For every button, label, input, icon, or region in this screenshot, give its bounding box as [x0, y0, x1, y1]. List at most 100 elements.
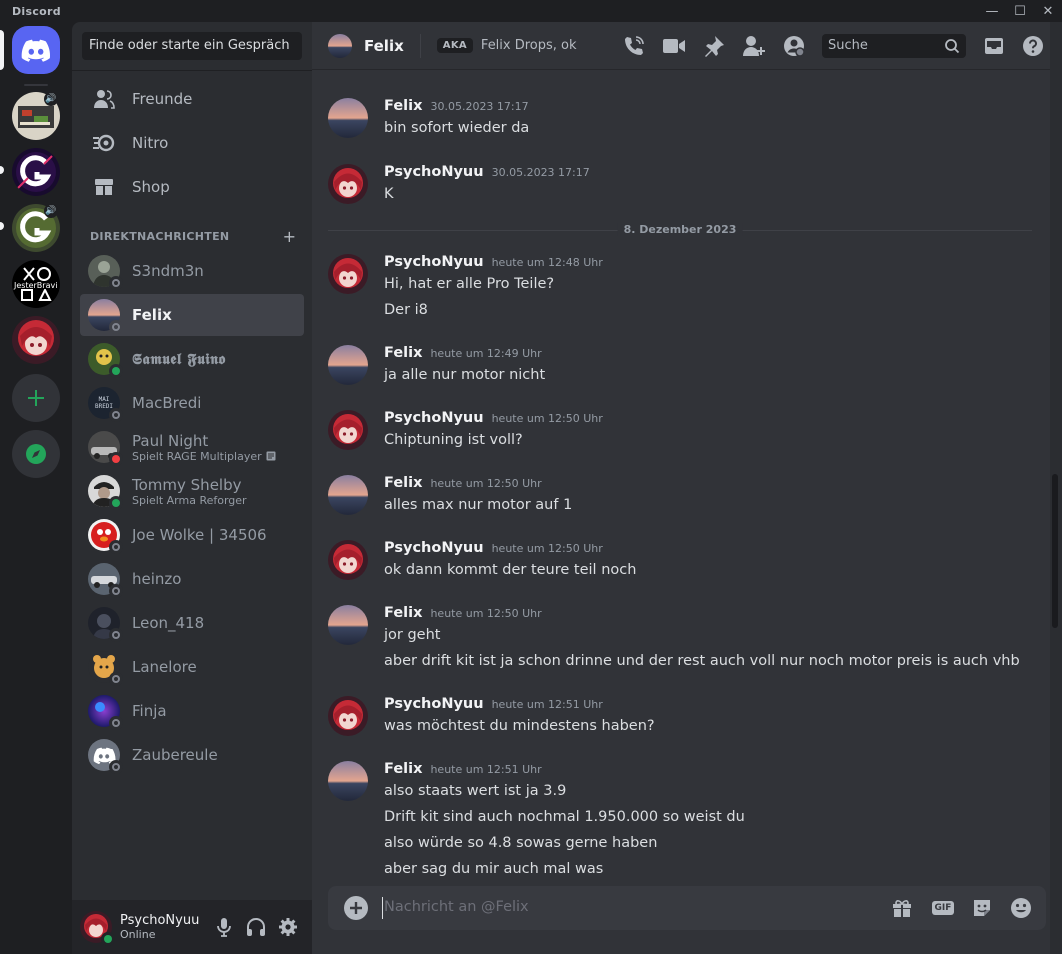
dm-item-samuel-fuino[interactable]: 𝕾𝖆𝖒𝖚𝖊𝖑 𝕱𝖚𝖎𝖓𝖔	[80, 338, 304, 380]
dm-activity: Spielt RAGE Multiplayer	[132, 449, 262, 463]
aka-badge: AKA	[436, 38, 473, 53]
window-scrollbar-thumb[interactable]	[1052, 474, 1058, 628]
maximize-button[interactable]: ☐	[1006, 0, 1034, 22]
psychonyuu-avatar	[328, 254, 368, 294]
message-author[interactable]: Felix	[384, 98, 422, 114]
inbox-button[interactable]	[982, 34, 1006, 58]
message-author[interactable]: Felix	[384, 605, 422, 621]
video-call-button[interactable]	[662, 34, 686, 58]
create-dm-button[interactable]: +	[283, 227, 296, 246]
avatar	[88, 519, 123, 554]
user-profile-button[interactable]	[782, 34, 806, 58]
mic-button[interactable]	[212, 915, 236, 939]
add-friends-to-dm-button[interactable]	[742, 34, 766, 58]
message-timestamp: heute um 12:48 Uhr	[491, 256, 603, 269]
dm-name: Lanelore	[132, 658, 197, 676]
plus-icon	[350, 902, 362, 914]
avatar: MAI BREDI	[88, 387, 123, 422]
explore-servers-button[interactable]	[12, 430, 60, 478]
add-user-icon	[743, 36, 765, 56]
message-search-input[interactable]: Suche	[822, 34, 966, 58]
offline-status-icon	[109, 628, 123, 642]
dm-item-s3ndm3n[interactable]: S3ndm3n	[80, 250, 304, 292]
avatar	[88, 563, 123, 598]
dnd-status-icon	[109, 452, 123, 466]
dm-activity: Spielt Arma Reforger	[132, 493, 247, 507]
message-text: Der i8	[384, 302, 428, 318]
help-button[interactable]	[1021, 34, 1045, 58]
dm-item-leon-418[interactable]: Leon_418	[80, 602, 304, 644]
message-text: bin sofort wieder da	[384, 120, 530, 136]
dm-name: MacBredi	[132, 394, 202, 412]
dm-item-lanelore[interactable]: Lanelore	[80, 646, 304, 688]
user-panel: PsychoNyuu Online	[72, 900, 312, 954]
message-author[interactable]: PsychoNyuu	[384, 696, 484, 712]
message-timestamp: heute um 12:51 Uhr	[430, 763, 542, 776]
home-button[interactable]	[12, 26, 60, 74]
aka-names: Felix Drops, ok	[480, 38, 577, 53]
unread-indicator	[0, 222, 4, 230]
voice-call-button[interactable]	[622, 34, 646, 58]
dm-item-felix[interactable]: Felix	[80, 294, 304, 336]
message-text: aber sag du mir auch mal was	[384, 861, 604, 877]
message-author[interactable]: Felix	[384, 475, 422, 491]
message-author[interactable]: PsychoNyuu	[384, 164, 484, 180]
server-icon-g-1[interactable]	[12, 148, 60, 196]
avatar	[88, 695, 123, 730]
recipient-avatar	[328, 33, 352, 58]
chat-area: Felix AKA Felix Drops, ok Suche Felix 30.…	[312, 22, 1050, 954]
dm-item-zaubereule[interactable]: Zaubereule	[80, 734, 304, 776]
avatar	[88, 739, 123, 774]
gif-button[interactable]: GIF	[930, 896, 956, 920]
gift-button[interactable]	[890, 896, 914, 920]
emoji-button[interactable]	[1009, 896, 1033, 920]
psychonyuu-avatar	[328, 540, 368, 580]
discord-logo-icon	[21, 39, 51, 62]
message-author[interactable]: PsychoNyuu	[384, 540, 484, 556]
sticker-button[interactable]	[970, 896, 994, 920]
date-divider: 8. Dezember 2023	[328, 222, 1032, 238]
attach-button[interactable]	[344, 896, 368, 920]
emoji-icon	[1011, 898, 1031, 918]
message-timestamp: heute um 12:50 Uhr	[491, 542, 603, 555]
dm-name: Zaubereule	[132, 746, 218, 764]
user-avatar[interactable]	[80, 911, 115, 946]
nav-label: Freunde	[132, 90, 193, 108]
find-conversation-button[interactable]: Finde oder starte ein Gespräch	[82, 32, 302, 60]
dm-header-title: DIREKTNACHRICHTEN	[90, 229, 230, 243]
user-name: PsychoNyuu	[120, 913, 200, 928]
message-input[interactable]: Nachricht an @Felix	[384, 899, 529, 915]
pinned-messages-button[interactable]	[702, 34, 726, 58]
server-icon-jesterbravi[interactable]: JesterBravi	[12, 260, 60, 308]
server-icon-anime[interactable]	[12, 316, 60, 364]
dm-item-heinzo[interactable]: heinzo	[80, 558, 304, 600]
add-server-button[interactable]	[12, 374, 60, 422]
online-status-icon	[109, 496, 123, 510]
dm-item-finja[interactable]: Finja	[80, 690, 304, 732]
dm-name: Leon_418	[132, 614, 205, 632]
avatar	[88, 651, 123, 686]
message-author[interactable]: PsychoNyuu	[384, 254, 484, 270]
nav-shop[interactable]: Shop	[80, 166, 304, 208]
message-text: also würde so 4.8 sowas gerne haben	[384, 835, 658, 851]
message-author[interactable]: Felix	[384, 345, 422, 361]
nav-friends[interactable]: Freunde	[80, 78, 304, 120]
dm-item-macbredi[interactable]: MAI BREDI MacBredi	[80, 382, 304, 424]
dm-item-joe-wolke[interactable]: Joe Wolke | 34506	[80, 514, 304, 556]
nav-nitro[interactable]: Nitro	[80, 122, 304, 164]
message-text: aber drift kit ist ja schon drinne und d…	[384, 653, 1020, 669]
dm-item-tommy-shelby[interactable]: Tommy Shelby Spielt Arma Reforger	[80, 470, 304, 512]
felix-avatar	[328, 761, 368, 801]
dm-name: Felix	[132, 306, 172, 324]
message-author[interactable]: PsychoNyuu	[384, 410, 484, 426]
message-author[interactable]: Felix	[384, 761, 422, 777]
rich-presence-icon	[266, 451, 276, 461]
close-window-button[interactable]: ✕	[1034, 0, 1062, 22]
message-text: ja alle nur motor nicht	[384, 367, 546, 383]
search-placeholder: Suche	[828, 38, 868, 53]
message-text: K	[384, 186, 394, 202]
dm-item-paul-night[interactable]: Paul Night Spielt RAGE Multiplayer	[80, 426, 304, 468]
headphones-button[interactable]	[244, 915, 268, 939]
settings-button[interactable]	[276, 915, 300, 939]
minimize-button[interactable]: —	[978, 0, 1006, 22]
